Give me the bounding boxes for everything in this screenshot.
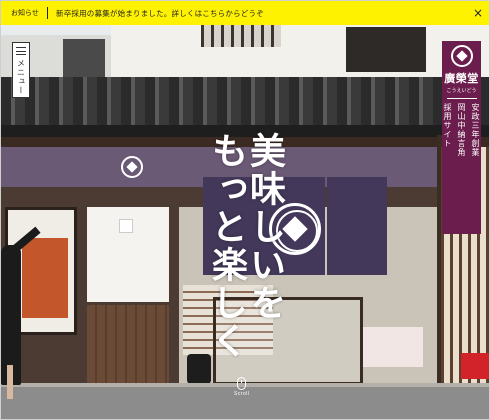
display-table — [363, 327, 423, 367]
headline-line-2: もっと楽しく — [206, 132, 248, 360]
upper-wall — [111, 25, 489, 83]
notice-divider — [47, 7, 48, 19]
menu-label: メニュー — [16, 59, 26, 95]
window-artwork — [22, 238, 68, 318]
mouse-scroll-icon — [237, 377, 247, 390]
close-icon[interactable]: × — [473, 6, 483, 20]
brand-subtitle: 岡山中納言角 — [457, 103, 466, 157]
notice-tag: お知らせ — [11, 10, 39, 17]
person-figure — [1, 245, 21, 385]
hero-headline: 美味しいを もっと楽しく — [206, 132, 286, 360]
brand-tagline: 安政三年創業 — [471, 103, 480, 157]
wood-panel — [87, 305, 169, 383]
store-sign-board — [346, 27, 426, 72]
brand-ruby: こうえいどう — [446, 88, 477, 94]
notice-link[interactable]: 新卒採用の募集が始まりました。詳しくはこちらからどうぞ — [56, 8, 264, 19]
brand-panel[interactable]: 廣榮堂 こうえいどう 安政三年創業 岡山中納言角 採用サイト — [442, 41, 481, 234]
headline-line-1: 美味しいを — [244, 132, 286, 322]
scroll-label: Scroll — [234, 391, 250, 397]
red-post — [461, 353, 489, 379]
page-frame: お知らせ 新卒採用の募集が始まりました。詳しくはこちらからどうぞ × 美味しいを… — [0, 0, 490, 420]
brand-divider — [446, 98, 477, 99]
menu-button[interactable]: メニュー — [12, 42, 30, 98]
upper-lattice — [201, 25, 281, 47]
brand-links: 安政三年創業 岡山中納言角 採用サイト — [442, 103, 481, 157]
crest-icon — [121, 156, 143, 178]
recruit-site-link[interactable]: 採用サイト — [442, 103, 453, 157]
notice-bar[interactable]: お知らせ 新卒採用の募集が始まりました。詳しくはこちらからどうぞ × — [1, 1, 489, 25]
noren-curtain-right — [327, 177, 387, 275]
scroll-indicator[interactable]: Scroll — [234, 377, 250, 397]
person-leg — [7, 365, 13, 399]
crest-logo-icon — [450, 45, 473, 67]
neighbor-window — [63, 39, 105, 79]
brand-name[interactable]: 廣榮堂 — [444, 70, 479, 86]
wall-lamp — [119, 219, 133, 233]
hamburger-icon — [16, 47, 26, 55]
